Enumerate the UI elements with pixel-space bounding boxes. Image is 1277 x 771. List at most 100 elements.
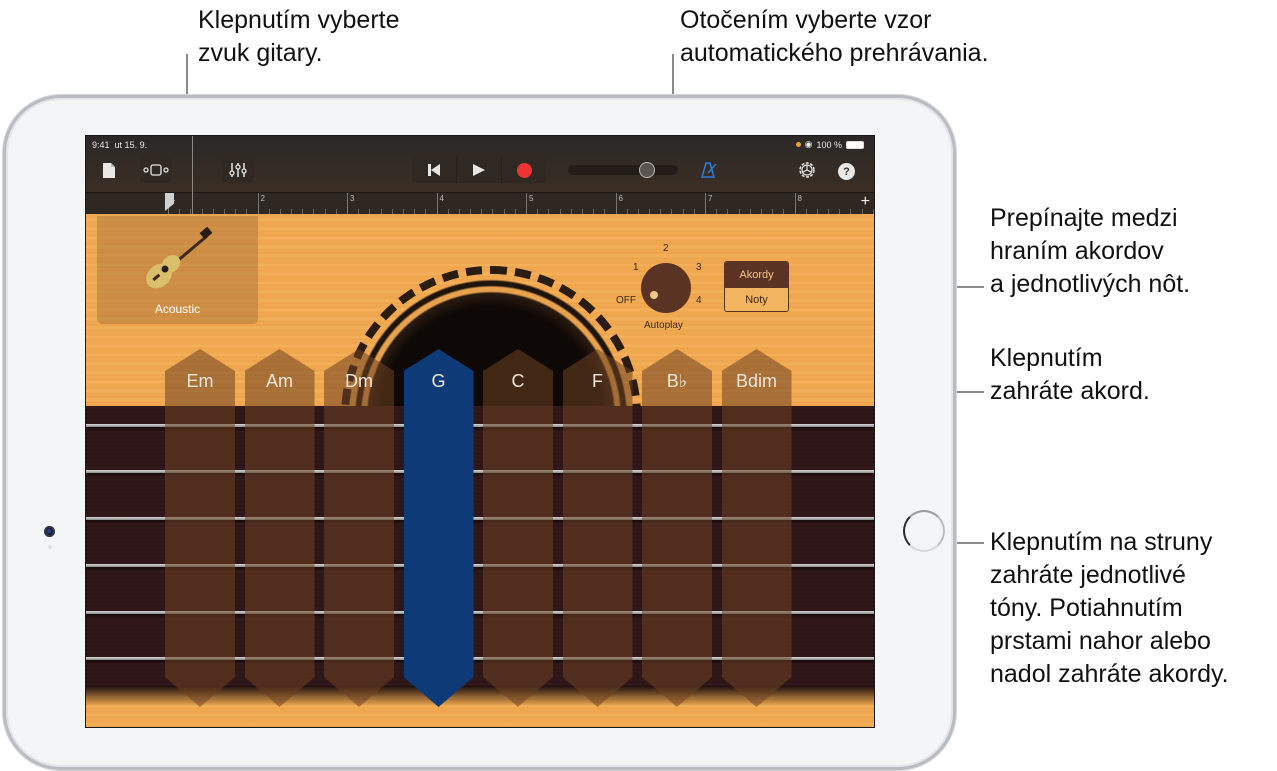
autoplay-label: Autoplay [644, 320, 683, 331]
autoplay-position-2: 2 [663, 243, 669, 254]
play-icon [473, 164, 485, 176]
ruler-bar: 7 [705, 193, 712, 215]
chord-strip[interactable]: C [483, 349, 553, 707]
document-button[interactable] [98, 157, 120, 183]
callout-line: Prepínajte medzi [990, 204, 1178, 232]
tracks-view-icon [143, 164, 169, 176]
autoplay-knob-indicator [650, 291, 658, 299]
ruler-bar: 5 [526, 193, 533, 215]
callout-guitar-sound: Klepnutím vyberte zvuk gitary. [198, 4, 400, 70]
callout-line: automatického prehrávania. [680, 39, 989, 67]
chord-label: Am [266, 371, 293, 391]
callout-line: zahráte jednotlivé [990, 561, 1186, 589]
chord-strip-body [165, 349, 235, 707]
callout-line: zahráte akord. [990, 377, 1150, 405]
rewind-icon [428, 164, 440, 176]
camera [44, 526, 55, 537]
callout-line: tóny. Potiahnutím [990, 594, 1183, 622]
chord-strip[interactable]: Dm [324, 349, 394, 707]
callout-chord-tap: Klepnutím zahráte akord. [990, 342, 1150, 408]
callout-line: Otočením vyberte vzor [680, 6, 932, 34]
autoplay-position-3: 3 [696, 262, 702, 273]
instrument-selector[interactable]: Acoustic [97, 216, 258, 324]
autoplay-position-1: 1 [633, 262, 639, 273]
bar-number: 5 [529, 194, 534, 203]
ruler-bar: 3 [347, 193, 354, 215]
ruler-bar: 4 [436, 193, 444, 215]
callout-strings: Klepnutím na struny zahráte jednotlivé t… [990, 526, 1229, 691]
callout-mode-switch: Prepínajte medzi hraním akordov a jednot… [990, 202, 1190, 301]
callout-line: Klepnutím [990, 344, 1103, 372]
transport-controls [412, 157, 546, 183]
metronome-button[interactable] [698, 157, 720, 183]
callout-line: prstami nahor alebo [990, 627, 1211, 655]
settings-button[interactable] [796, 157, 818, 183]
chord-label: G [431, 371, 446, 391]
chord-strip-body [721, 349, 792, 707]
callout-line: zvuk gitary. [198, 39, 323, 67]
chord-label: B♭ [666, 371, 688, 391]
sensor [48, 545, 52, 549]
chord-strip[interactable]: G [403, 349, 474, 707]
metronome-icon [701, 162, 717, 178]
garageband-screen: 9:41 ut 15. 9. ◉ 100 % ? 2 3 4 5 6 7 8 +… [85, 135, 875, 728]
stage: Klepnutím vyberte zvuk gitary. Otočením … [0, 0, 1277, 771]
time: 9:41 [92, 140, 110, 150]
chord-strip-body [403, 349, 474, 707]
autoplay-position-off: OFF [616, 295, 636, 306]
add-section-button[interactable]: + [861, 193, 870, 211]
help-button[interactable]: ? [838, 163, 855, 180]
home-button[interactable] [903, 510, 945, 552]
notes-mode-button[interactable]: Noty [725, 287, 788, 311]
chord-strip-body [642, 349, 712, 707]
settings-icon [799, 162, 815, 178]
chord-strip[interactable]: B♭ [642, 349, 712, 707]
chord-strip-body [562, 349, 633, 707]
callout-line: nadol zahráte akordy. [990, 660, 1229, 688]
autoplay-position-4: 4 [696, 295, 702, 306]
battery-icon [846, 140, 864, 149]
chord-strip[interactable]: Em [165, 349, 235, 707]
status-time: 9:41 ut 15. 9. [92, 140, 147, 150]
ruler-bar: 6 [615, 193, 623, 215]
bar-number: 7 [708, 194, 713, 203]
acoustic-guitar-icon [146, 226, 213, 289]
bar-number: 4 [439, 194, 444, 203]
volume-slider-knob[interactable] [639, 162, 655, 178]
chord-strip-body [324, 349, 394, 707]
date: ut 15. 9. [114, 140, 148, 150]
record-button[interactable] [502, 157, 546, 183]
mixer-button[interactable] [222, 157, 254, 183]
record-icon [516, 162, 532, 178]
wifi-icon: ◉ [804, 139, 813, 149]
chord-strip-body [244, 349, 315, 707]
battery-percent: 100 % [816, 139, 842, 150]
chord-label: Em [186, 371, 214, 391]
autoplay-knob[interactable] [641, 263, 691, 313]
callout-line: hraním akordov [990, 237, 1164, 265]
callout-line: a jednotlivých nôt. [990, 270, 1191, 298]
bar-number: 8 [797, 194, 802, 203]
tracks-view-button[interactable] [140, 157, 172, 183]
chords-mode-button[interactable]: Akordy [725, 262, 788, 287]
chord-strip-body [483, 349, 553, 707]
play-button[interactable] [457, 157, 502, 183]
callout-line: Klepnutím vyberte [198, 6, 400, 34]
ruler-bar: 8 [794, 193, 802, 215]
volume-slider[interactable] [568, 165, 678, 175]
chords-notes-switch: Akordy Noty [724, 261, 789, 312]
callout-autoplay: Otočením vyberte vzor automatického preh… [680, 4, 989, 70]
document-icon [103, 162, 115, 178]
chord-strip[interactable]: F [562, 349, 633, 707]
chord-strip[interactable]: Bdim [721, 349, 792, 707]
chord-label: C [511, 371, 525, 391]
bar-number: 6 [618, 194, 623, 203]
timeline-ruler[interactable]: 12345678 [86, 192, 874, 215]
rewind-button[interactable] [412, 157, 457, 183]
guitar-body: Acoustic OFF 1 2 3 4 Autoplay Akordy Not… [86, 214, 874, 727]
mic-indicator-icon [795, 142, 801, 147]
playhead[interactable] [192, 136, 193, 214]
chord-label: Bdim [735, 371, 777, 391]
chord-label: Dm [345, 371, 373, 391]
chord-strip[interactable]: Am [244, 349, 315, 707]
